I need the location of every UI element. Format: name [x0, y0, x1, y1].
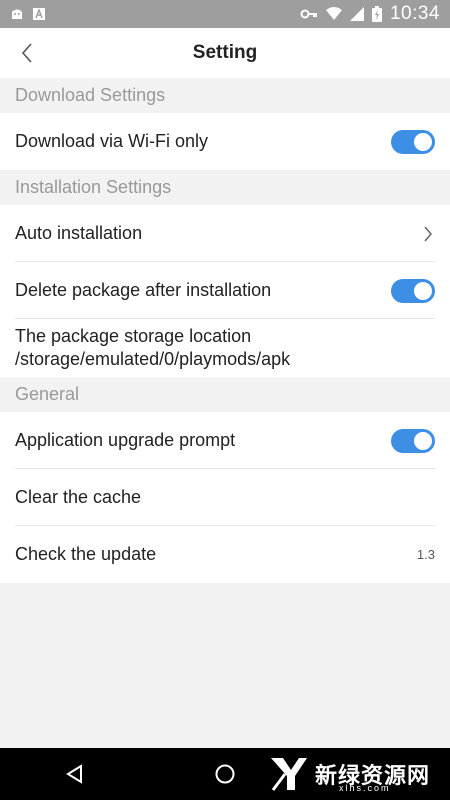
page-title: Setting — [192, 42, 258, 63]
toggle-knob — [414, 281, 432, 300]
upgrade-prompt-toggle[interactable] — [391, 428, 435, 453]
setting-row-wifi-only[interactable]: Download via Wi-Fi only — [0, 113, 450, 170]
setting-label: The package storage location — [15, 326, 252, 346]
setting-row-clear-cache[interactable]: Clear the cache — [0, 469, 450, 526]
setting-label: Auto installation — [15, 223, 143, 243]
triangle-back-icon — [66, 764, 82, 784]
version-number: 1.3 — [416, 547, 435, 562]
setting-row-delete-package[interactable]: Delete package after installation — [0, 262, 450, 319]
settings-list: Download Settings Download via Wi-Fi onl… — [0, 78, 450, 583]
battery-icon — [371, 6, 382, 22]
storage-path: /storage/emulated/0/playmods/apk — [15, 349, 291, 369]
status-bar: 10:34 — [0, 0, 450, 28]
circle-home-icon — [215, 764, 235, 784]
toggle-knob — [414, 431, 432, 450]
setting-row-storage-location[interactable]: The package storage location /storage/em… — [0, 319, 450, 377]
app-notification-icon — [33, 8, 45, 20]
watermark-sub: xlhs.com — [338, 783, 391, 793]
wifi-only-toggle[interactable] — [391, 129, 435, 154]
watermark: 新绿资源网 xlhs.com — [269, 756, 430, 793]
section-header-download: Download Settings — [0, 78, 450, 113]
setting-label: Download via Wi-Fi only — [15, 131, 209, 151]
status-right-icons: 10:34 — [300, 3, 440, 25]
chevron-left-icon — [21, 43, 32, 63]
chevron-right-icon — [424, 226, 432, 241]
android-notification-icon — [12, 9, 22, 19]
nav-home-button[interactable] — [205, 754, 245, 794]
section-header-general: General — [0, 377, 450, 412]
setting-label: Delete package after installation — [15, 280, 272, 300]
setting-label: Application upgrade prompt — [15, 430, 236, 450]
clock-time: 10:34 — [389, 3, 440, 24]
section-header-installation: Installation Settings — [0, 170, 450, 205]
wifi-icon — [325, 7, 342, 20]
watermark-logo-icon — [270, 758, 307, 791]
nav-back-button[interactable] — [55, 754, 95, 794]
setting-row-check-update[interactable]: Check the update 1.3 — [0, 526, 450, 583]
back-button[interactable] — [12, 38, 42, 68]
setting-row-auto-installation[interactable]: Auto installation — [0, 205, 450, 262]
key-icon — [300, 9, 317, 19]
setting-label: Clear the cache — [15, 487, 142, 507]
status-left-icons — [10, 7, 46, 21]
delete-package-toggle[interactable] — [391, 278, 435, 303]
toggle-knob — [414, 132, 432, 151]
app-header: Setting — [0, 28, 450, 78]
signal-icon — [349, 7, 364, 21]
setting-row-upgrade-prompt[interactable]: Application upgrade prompt — [0, 412, 450, 469]
setting-label: Check the update — [15, 544, 157, 564]
